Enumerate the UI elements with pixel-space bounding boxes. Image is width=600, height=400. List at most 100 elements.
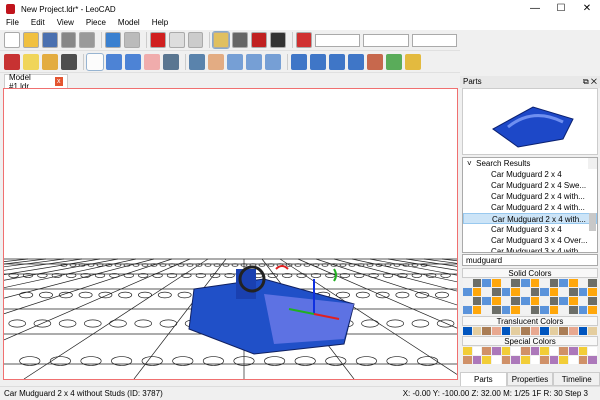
color-swatch[interactable] [520,327,530,335]
color-swatch[interactable] [540,347,549,355]
insert-step-icon[interactable] [367,54,383,70]
color-swatch[interactable] [511,288,520,296]
transform-z-input[interactable] [411,33,458,47]
color-swatch[interactable] [491,288,501,296]
part-list-item[interactable]: Car Mudguard 2 x 4 with... [463,213,597,224]
color-swatch[interactable] [540,327,549,335]
transform-y-input[interactable] [363,33,409,47]
part-list-item[interactable]: Car Mudguard 3 x 4 Over... [463,235,597,246]
color-swatch[interactable] [463,347,472,355]
key-icon[interactable] [405,54,421,70]
color-swatch[interactable] [520,306,530,314]
color-swatch[interactable] [491,347,501,355]
transform-icon[interactable] [295,32,312,48]
color-swatch[interactable] [482,279,491,287]
color-swatch[interactable] [501,288,511,296]
color-swatch[interactable] [520,279,530,287]
color-swatch[interactable] [530,297,540,305]
color-swatch[interactable] [549,297,559,305]
color-swatch[interactable] [569,347,578,355]
color-swatch[interactable] [569,327,578,335]
color-swatch[interactable] [588,306,597,314]
menu-model[interactable]: Model [118,18,140,30]
camera-icon[interactable] [61,54,77,70]
menu-view[interactable]: View [57,18,74,30]
color-swatch[interactable] [588,327,597,335]
zoom-icon[interactable] [189,54,205,70]
color-swatch[interactable] [501,356,511,364]
color-swatch[interactable] [511,327,520,335]
tab-parts[interactable]: Parts [460,372,507,386]
color-swatch[interactable] [578,327,588,335]
part-list-item[interactable]: Car Mudguard 2 x 4 [463,169,597,180]
solid-colors-grid[interactable] [463,279,597,314]
color-swatch[interactable] [588,356,597,364]
color-swatch[interactable] [472,356,482,364]
color-swatch[interactable] [559,327,569,335]
color-swatch[interactable] [491,306,501,314]
color-swatch[interactable] [501,347,511,355]
color-swatch[interactable] [520,356,530,364]
color-swatch[interactable] [491,279,501,287]
paste-icon[interactable] [187,32,204,48]
color-swatch[interactable] [463,327,472,335]
menu-file[interactable]: File [6,18,19,30]
color-swatch[interactable] [578,347,588,355]
color-swatch[interactable] [559,297,569,305]
color-swatch[interactable] [578,297,588,305]
insert-piece-icon[interactable] [4,54,20,70]
color-swatch[interactable] [511,297,520,305]
part-list-item[interactable]: Car Mudguard 2 x 4 with... [463,202,597,213]
paint-icon[interactable] [163,54,179,70]
color-swatch[interactable] [511,279,520,287]
pan-icon[interactable] [208,54,224,70]
color-swatch[interactable] [482,306,491,314]
color-swatch[interactable] [588,288,597,296]
remove-step-icon[interactable] [386,54,402,70]
part-list-item[interactable]: Car Mudguard 2 x 4 Swe... [463,180,597,191]
color-swatch[interactable] [472,297,482,305]
select-icon[interactable] [86,53,104,71]
color-swatch[interactable] [463,306,472,314]
menu-edit[interactable]: Edit [31,18,45,30]
color-swatch[interactable] [463,297,472,305]
color-swatch[interactable] [530,306,540,314]
color-swatch[interactable] [569,279,578,287]
open-icon[interactable] [22,32,39,48]
color-swatch[interactable] [482,327,491,335]
part-list-item[interactable]: Car Mudguard 3 x 4 [463,224,597,235]
color-swatch[interactable] [491,297,501,305]
rotate-icon[interactable] [125,54,141,70]
redo-icon[interactable] [124,32,140,48]
color-swatch[interactable] [569,288,578,296]
color-swatch[interactable] [472,279,482,287]
move-icon[interactable] [106,54,122,70]
color-swatch[interactable] [472,327,482,335]
color-swatch[interactable] [520,288,530,296]
color-swatch[interactable] [578,306,588,314]
color-swatch[interactable] [569,306,578,314]
previous-step-icon[interactable] [310,54,326,70]
color-swatch[interactable] [511,347,520,355]
save-icon[interactable] [41,32,58,48]
part-list-item[interactable]: Car Mudguard 2 x 4 with... [463,191,597,202]
rotate-view-icon[interactable] [227,54,243,70]
menu-help[interactable]: Help [152,18,168,30]
color-swatch[interactable] [540,288,549,296]
color-swatch[interactable] [501,279,511,287]
light-icon[interactable] [23,54,39,70]
translucent-colors-grid[interactable] [463,327,597,335]
delete-icon[interactable] [144,54,160,70]
snap-z-icon[interactable] [251,32,267,48]
tab-timeline[interactable]: Timeline [553,372,600,386]
roll-icon[interactable] [246,54,262,70]
copy-icon[interactable] [168,32,185,48]
color-swatch[interactable] [578,288,588,296]
close-panel-button[interactable]: ✕ [591,77,597,86]
color-swatch[interactable] [530,288,540,296]
search-results-node[interactable]: ˅ Search Results [463,158,597,169]
color-swatch[interactable] [530,327,540,335]
color-swatch[interactable] [559,279,569,287]
special-colors-grid[interactable] [463,347,597,364]
last-step-icon[interactable] [348,54,364,70]
